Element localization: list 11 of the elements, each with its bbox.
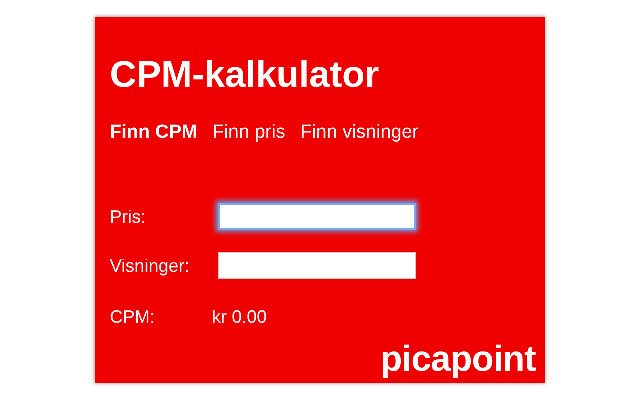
logo: picapoint (380, 339, 536, 379)
calculator-title: CPM-kalkulator (110, 53, 380, 97)
tab[interactable]: Finn visninger (300, 121, 419, 145)
result-label: CPM: (110, 306, 156, 329)
input-field[interactable] (218, 252, 416, 279)
result-value: kr 0.00 (212, 306, 268, 329)
field-label: Pris: (110, 206, 147, 228)
tab[interactable]: Finn CPM (110, 121, 198, 145)
input-field[interactable] (218, 203, 416, 230)
field-label: Visninger: (110, 254, 191, 278)
tab[interactable]: Finn pris (212, 121, 286, 145)
